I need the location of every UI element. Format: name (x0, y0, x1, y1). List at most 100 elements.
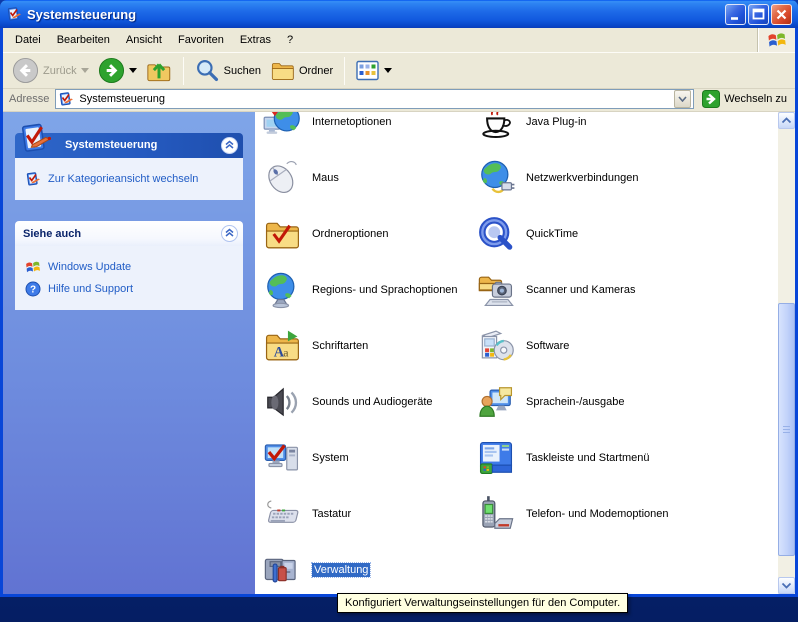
address-dropdown-button[interactable] (674, 90, 691, 108)
task-link[interactable]: Zur Kategorieansicht wechseln (25, 168, 237, 190)
item-label[interactable]: Telefon- und Modemoptionen (526, 508, 668, 520)
item-label[interactable]: Schriftarten (312, 340, 368, 352)
item-label[interactable]: Regions- und Sprachoptionen (312, 284, 458, 296)
menu-ansicht[interactable]: Ansicht (118, 31, 170, 49)
item-label[interactable]: Ordneroptionen (312, 228, 388, 240)
software-icon[interactable] (477, 327, 515, 365)
search-button[interactable]: Suchen (192, 56, 264, 85)
item-label[interactable]: Sprachein-/ausgabe (526, 396, 624, 408)
control-panel-item[interactable]: Regions- und Sprachoptionen (263, 262, 475, 318)
keyboard-icon[interactable] (263, 495, 301, 533)
address-input[interactable]: Systemsteuerung (55, 89, 694, 109)
menubar: Datei Bearbeiten Ansicht Favoriten Extra… (3, 28, 795, 52)
regional-icon[interactable] (263, 271, 301, 309)
back-dropdown-icon[interactable] (81, 68, 89, 73)
item-label[interactable]: Internetoptionen (312, 116, 392, 128)
toolbar-separator (183, 57, 184, 85)
chevron-down-icon (678, 96, 687, 102)
menu-favoriten[interactable]: Favoriten (170, 31, 232, 49)
control-panel-item[interactable]: Tastatur (263, 486, 475, 542)
java-icon[interactable] (477, 112, 515, 141)
item-label[interactable]: Software (526, 340, 569, 352)
control-panel-item[interactable]: Telefon- und Modemoptionen (477, 486, 777, 542)
control-panel-item[interactable]: Sprachein-/ausgabe (477, 374, 777, 430)
task-link-label[interactable]: Windows Update (48, 261, 131, 273)
up-folder-icon (146, 58, 172, 84)
task-link[interactable]: Windows Update (25, 256, 237, 278)
tooltip-text: Konfiguriert Verwaltungseinstellungen fü… (345, 597, 620, 609)
control-panel-item[interactable]: QuickTime (477, 206, 777, 262)
item-label[interactable]: Sounds und Audiogeräte (312, 396, 433, 408)
views-dropdown-icon[interactable] (384, 68, 392, 73)
item-label[interactable]: Scanner und Kameras (526, 284, 635, 296)
control-panel-item[interactable]: Java Plug-in (477, 112, 777, 150)
titlebar[interactable]: Systemsteuerung (0, 0, 798, 28)
maximize-button[interactable] (748, 4, 769, 25)
scanner-icon[interactable] (477, 271, 515, 309)
category-view-icon (25, 171, 41, 187)
search-label: Suchen (224, 65, 261, 77)
up-button[interactable] (143, 56, 175, 86)
svg-text:?: ? (30, 285, 36, 296)
addressbar: Adresse Systemsteuerung Wechseln zu (3, 89, 795, 112)
go-button[interactable]: Wechseln zu (700, 89, 791, 109)
phone-icon[interactable] (477, 495, 515, 533)
item-label[interactable]: Java Plug-in (526, 116, 587, 128)
control-panel-item[interactable]: Internetoptionen (263, 112, 475, 150)
admin-tools-icon[interactable] (263, 551, 301, 589)
control-panel-item[interactable]: Scanner und Kameras (477, 262, 777, 318)
task-link-label[interactable]: Zur Kategorieansicht wechseln (48, 173, 198, 185)
scroll-down-button[interactable] (778, 577, 795, 594)
control-panel-item[interactable]: Aa Schriftarten (263, 318, 475, 374)
network-icon[interactable] (477, 159, 515, 197)
mouse-icon[interactable] (263, 159, 301, 197)
item-label[interactable]: QuickTime (526, 228, 578, 240)
control-panel-item[interactable]: System (263, 430, 475, 486)
forward-dropdown-icon[interactable] (129, 68, 137, 73)
control-panel-item[interactable]: Software (477, 318, 777, 374)
scrollbar-track[interactable] (778, 129, 795, 577)
control-panel-item[interactable]: Ordneroptionen (263, 206, 475, 262)
vertical-scrollbar[interactable] (778, 112, 795, 594)
control-panel-item[interactable]: Verwaltung (263, 542, 475, 594)
item-label[interactable]: Tastatur (312, 508, 351, 520)
views-button[interactable] (353, 58, 395, 84)
item-label[interactable]: Maus (312, 172, 339, 184)
scroll-up-button[interactable] (778, 112, 795, 129)
minimize-button[interactable] (725, 4, 746, 25)
panel-header[interactable]: Siehe auch (15, 221, 243, 246)
windows-update-icon (25, 259, 41, 275)
item-label[interactable]: Taskleiste und Startmenü (526, 452, 650, 464)
speech-icon[interactable] (477, 383, 515, 421)
item-label[interactable]: Verwaltung (312, 563, 370, 577)
fonts-icon[interactable]: Aa (263, 327, 301, 365)
item-label[interactable]: Netzwerkverbindungen (526, 172, 639, 184)
folders-button[interactable]: Ordner (267, 56, 336, 85)
window-icon (6, 6, 22, 22)
scrollbar-thumb[interactable] (778, 303, 795, 556)
item-label[interactable]: System (312, 452, 349, 464)
system-icon[interactable] (263, 439, 301, 477)
sounds-icon[interactable] (263, 383, 301, 421)
menu-hilfe[interactable]: ? (279, 31, 301, 49)
folder-options-icon[interactable] (263, 215, 301, 253)
chevron-up-icon[interactable] (221, 225, 238, 242)
menu-extras[interactable]: Extras (232, 31, 279, 49)
svg-text:a: a (283, 346, 289, 360)
control-panel-item[interactable]: Netzwerkverbindungen (477, 150, 777, 206)
menu-bearbeiten[interactable]: Bearbeiten (49, 31, 118, 49)
control-panel-item[interactable]: Sounds und Audiogeräte (263, 374, 475, 430)
task-link[interactable]: ? Hilfe und Support (25, 278, 237, 300)
internet-options-icon[interactable] (263, 112, 301, 141)
chevron-up-icon[interactable] (221, 137, 238, 154)
control-panel-item[interactable]: Maus (263, 150, 475, 206)
control-panel-item[interactable]: Taskleiste und Startmenü (477, 430, 777, 486)
menu-datei[interactable]: Datei (7, 31, 49, 49)
task-link-label[interactable]: Hilfe und Support (48, 283, 133, 295)
back-button[interactable]: Zurück (9, 55, 92, 86)
go-icon (702, 90, 720, 108)
taskbar-icon[interactable] (477, 439, 515, 477)
close-button[interactable] (771, 4, 792, 25)
quicktime-icon[interactable] (477, 215, 515, 253)
forward-button[interactable] (95, 55, 140, 86)
